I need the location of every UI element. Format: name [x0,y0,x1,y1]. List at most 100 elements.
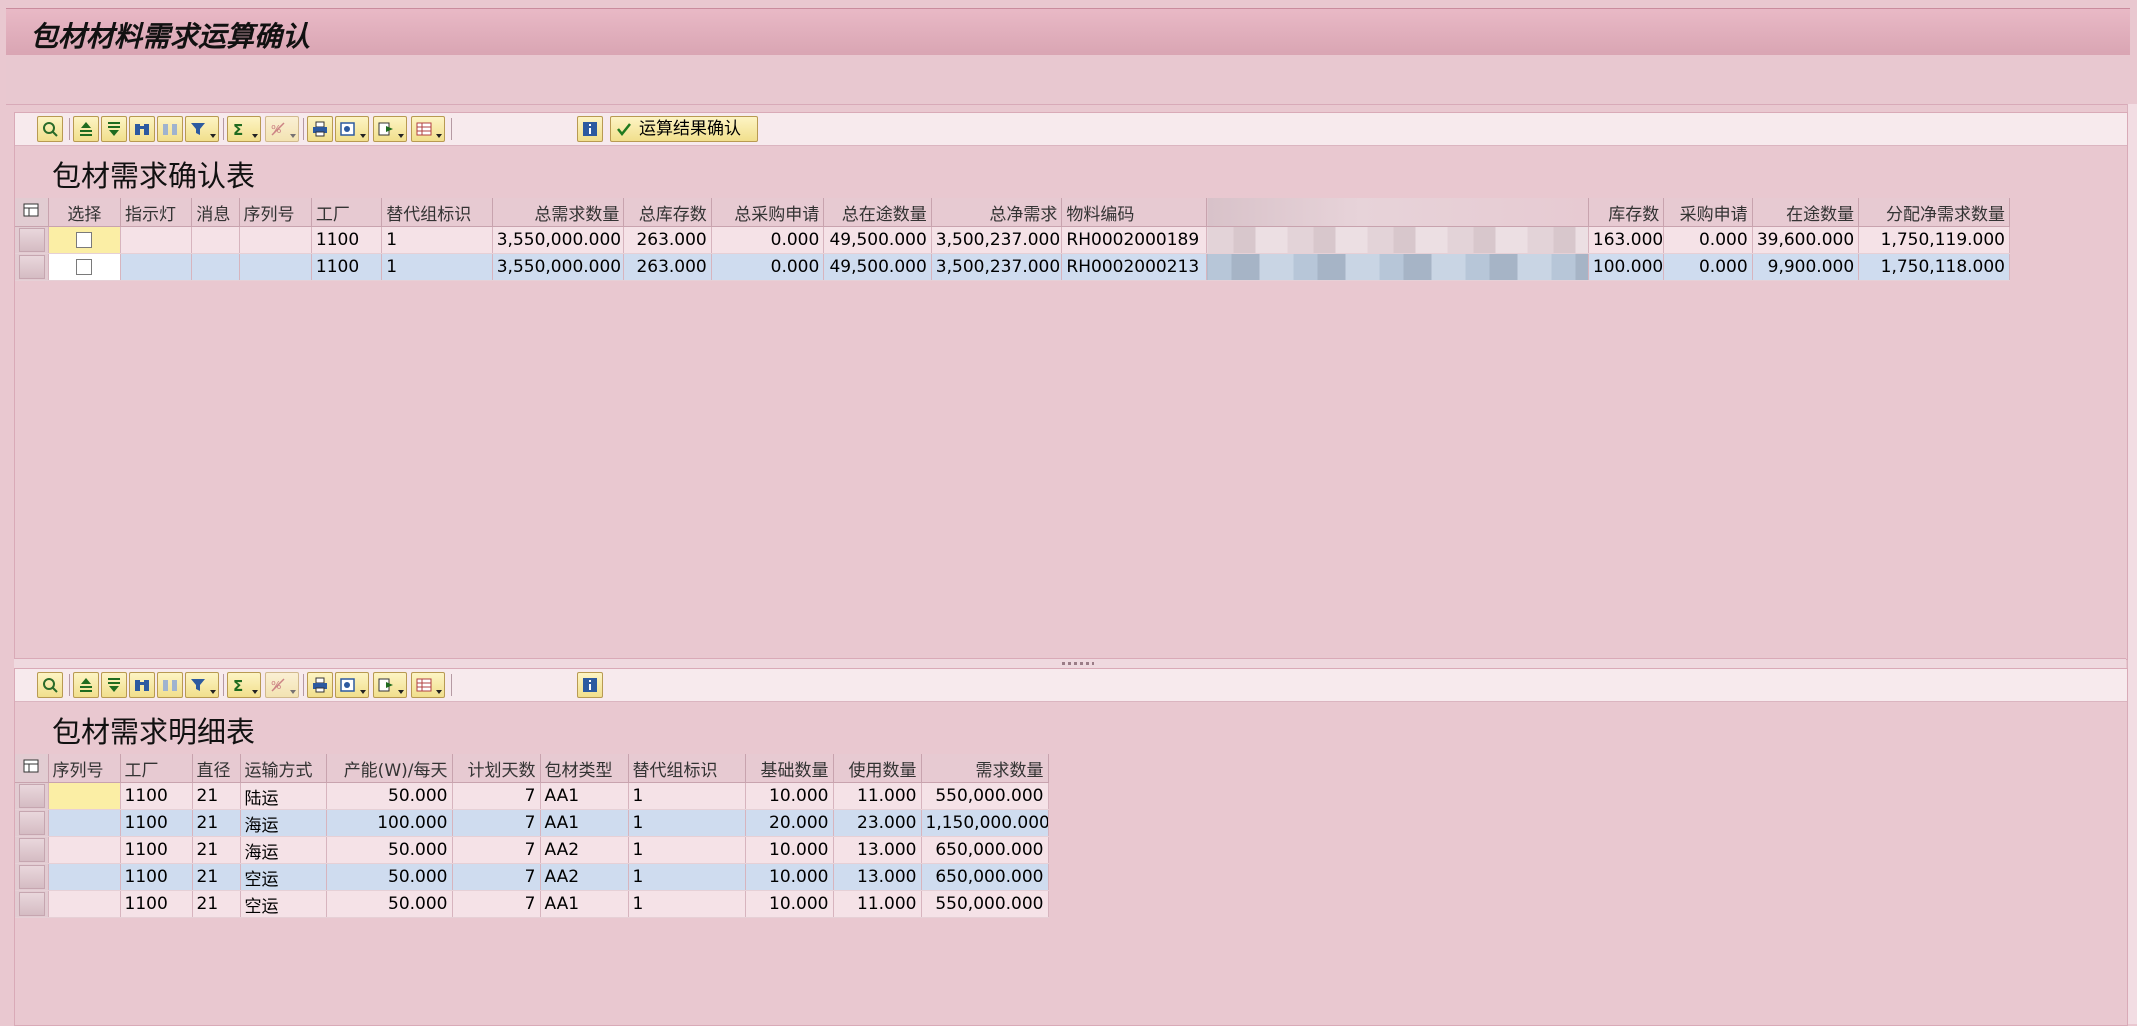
row-selector[interactable] [15,863,49,891]
col-total-demand[interactable]: 总需求数量 [492,198,625,227]
table-row[interactable]: 1100 1 3,550,000.000 263.000 0.000 49,50… [15,226,2010,254]
col-demand[interactable]: 需求数量 [921,754,1049,783]
select-cell[interactable] [48,253,122,281]
select-cell[interactable] [48,226,122,254]
table-row[interactable]: 1100 1 3,550,000.000 263.000 0.000 49,50… [15,253,2010,281]
row-selector[interactable] [15,782,49,810]
views-button[interactable] [335,672,369,698]
layout-button[interactable] [411,672,445,698]
col-total-pr[interactable]: 总采购申请 [711,198,825,227]
col-pack-type[interactable]: 包材类型 [540,754,629,783]
filter-button[interactable] [185,672,219,698]
toolbar-separator [223,674,224,696]
subtotal-button[interactable]: % [265,116,299,142]
col-indicator[interactable]: 指示灯 [120,198,193,227]
vertical-scrollbar[interactable] [2127,104,2137,1024]
table-row[interactable]: 1100 21 海运 50.000 7 AA2 1 10.000 13.000 … [15,836,1049,864]
seq-cell[interactable] [48,836,121,864]
info-button[interactable] [577,116,603,142]
sort-descending-button[interactable] [101,672,127,698]
row-selector[interactable] [15,836,49,864]
col-total-stock[interactable]: 总库存数 [623,198,712,227]
diameter-cell: 21 [192,890,241,918]
col-message[interactable]: 消息 [191,198,240,227]
row-selector[interactable] [15,253,49,281]
details-button[interactable] [37,116,63,142]
col-total-net[interactable]: 总净需求 [931,198,1063,227]
plan-days-cell: 7 [452,809,541,837]
table-row[interactable]: 1100 21 海运 100.000 7 AA1 1 20.000 23.000… [15,809,1049,837]
table-row[interactable]: 1100 21 陆运 50.000 7 AA1 1 10.000 11.000 … [15,782,1049,810]
sum-button[interactable]: Σ [227,116,261,142]
find-button[interactable] [129,116,155,142]
info-button[interactable] [577,672,603,698]
sort-ascending-button[interactable] [73,116,99,142]
views-icon [340,122,355,136]
print-button[interactable] [307,672,333,698]
col-alt-group[interactable]: 替代组标识 [628,754,746,783]
column-settings-button[interactable] [15,198,49,227]
splitter-grip-icon[interactable] [1062,662,1094,665]
col-capacity[interactable]: 产能(W)/每天 [326,754,453,783]
col-material[interactable]: 物料编码 [1061,198,1208,227]
select-checkbox[interactable] [76,232,93,248]
pack-type-cell: AA2 [540,863,629,891]
top-grid-header: 选择 指示灯 消息 序列号 工厂 替代组标识 总需求数量 总库存数 总采购申请 … [15,198,2010,227]
sum-button[interactable]: Σ [227,672,261,698]
transport-cell: 空运 [240,863,327,891]
export-button[interactable] [373,116,407,142]
col-total-transit[interactable]: 总在途数量 [823,198,932,227]
find-next-button[interactable] [157,116,183,142]
row-selector[interactable] [15,226,49,254]
col-alt-group[interactable]: 替代组标识 [381,198,493,227]
seq-cell[interactable] [48,809,121,837]
select-checkbox[interactable] [76,259,93,275]
export-button[interactable] [373,672,407,698]
table-row[interactable]: 1100 21 空运 50.000 7 AA1 1 10.000 11.000 … [15,890,1049,918]
print-button[interactable] [307,116,333,142]
col-pr[interactable]: 采购申请 [1663,198,1753,227]
total-transit-cell: 49,500.000 [823,253,932,281]
views-button[interactable] [335,116,369,142]
alloc-net-cell: 1,750,118.000 [1858,253,2010,281]
sum-icon: Σ [233,677,243,693]
alt-group-cell: 1 [628,836,746,864]
application-toolbar [6,56,2130,105]
total-pr-cell: 0.000 [711,253,825,281]
find-next-button[interactable] [157,672,183,698]
sort-ascending-button[interactable] [73,672,99,698]
col-plan-days[interactable]: 计划天数 [452,754,541,783]
col-diameter[interactable]: 直径 [192,754,241,783]
col-plant[interactable]: 工厂 [120,754,193,783]
row-selector[interactable] [15,890,49,918]
find-button[interactable] [129,672,155,698]
toolbar-separator [69,118,70,140]
col-plant[interactable]: 工厂 [311,198,383,227]
confirm-result-button[interactable]: 运算结果确认 [610,116,758,142]
message-cell [191,253,240,281]
seq-cell[interactable] [48,782,121,810]
col-base-qty[interactable]: 基础数量 [745,754,834,783]
table-row[interactable]: 1100 21 空运 50.000 7 AA2 1 10.000 13.000 … [15,863,1049,891]
column-settings-button[interactable] [15,754,49,783]
seq-cell[interactable] [48,890,121,918]
capacity-cell: 50.000 [326,782,453,810]
col-seq[interactable]: 序列号 [239,198,312,227]
col-transit[interactable]: 在途数量 [1752,198,1860,227]
col-redacted[interactable] [1206,198,1589,227]
col-transport[interactable]: 运输方式 [240,754,327,783]
filter-button[interactable] [185,116,219,142]
col-use-qty[interactable]: 使用数量 [833,754,922,783]
layout-button[interactable] [411,116,445,142]
seq-cell[interactable] [48,863,121,891]
subtotal-button[interactable]: % [265,672,299,698]
details-button[interactable] [37,672,63,698]
toolbar-separator [303,118,304,140]
subtotal-icon: % [271,122,285,136]
col-alloc-net[interactable]: 分配净需求数量 [1858,198,2010,227]
col-seq[interactable]: 序列号 [48,754,121,783]
col-select[interactable]: 选择 [48,198,122,227]
row-selector[interactable] [15,809,49,837]
col-stock[interactable]: 库存数 [1588,198,1665,227]
sort-descending-button[interactable] [101,116,127,142]
